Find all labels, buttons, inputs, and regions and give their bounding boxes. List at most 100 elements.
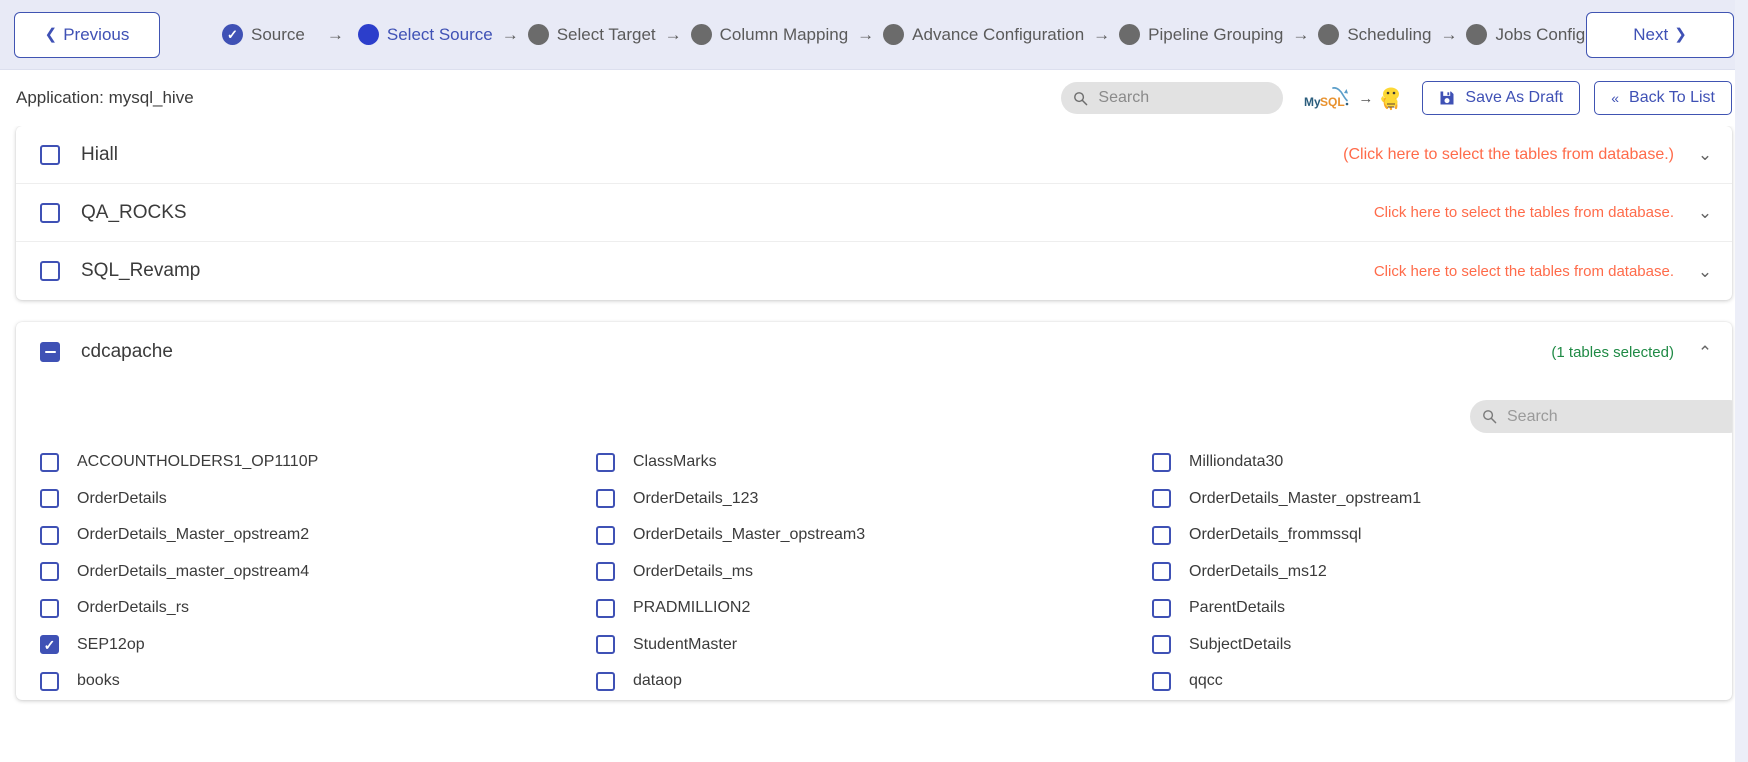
table-checkbox[interactable] xyxy=(1152,635,1171,655)
chevron-down-icon[interactable]: ⌄ xyxy=(1696,263,1714,280)
chevron-up-icon[interactable]: ⌃ xyxy=(1696,344,1714,361)
step-column-mapping[interactable]: Column Mapping xyxy=(690,24,848,45)
table-checkbox[interactable] xyxy=(40,562,59,582)
database-row-hiall[interactable]: Hiall (Click here to select the tables f… xyxy=(16,126,1732,184)
step-select-source[interactable]: Select Source xyxy=(357,24,493,45)
database-checkbox[interactable] xyxy=(40,342,60,362)
circle-icon xyxy=(1119,24,1141,45)
table-checkbox[interactable] xyxy=(596,598,615,618)
table-checkbox[interactable] xyxy=(40,598,59,618)
step-select-target[interactable]: Select Target xyxy=(527,24,656,45)
table-checkbox[interactable] xyxy=(596,671,615,691)
table-checkbox[interactable] xyxy=(40,671,59,691)
chevron-down-icon[interactable]: ⌄ xyxy=(1696,146,1714,163)
table-checkbox[interactable] xyxy=(1152,562,1171,582)
table-checkbox[interactable] xyxy=(596,489,615,509)
database-list-card: Hiall (Click here to select the tables f… xyxy=(16,126,1732,300)
apache-hive-logo xyxy=(1381,87,1400,111)
table-item[interactable]: OrderDetails xyxy=(40,481,596,518)
table-checkbox[interactable] xyxy=(40,452,59,472)
arrow-icon: → xyxy=(1440,24,1458,44)
next-button[interactable]: Next ❯ xyxy=(1586,11,1734,58)
database-checkbox[interactable] xyxy=(40,261,60,281)
select-tables-hint[interactable]: (Click here to select the tables from da… xyxy=(1343,146,1674,164)
table-name: OrderDetails xyxy=(77,489,167,507)
table-item[interactable]: StudentMaster xyxy=(596,627,1152,664)
table-checkbox[interactable] xyxy=(1152,525,1171,545)
table-item[interactable]: OrderDetails_rs xyxy=(40,590,596,627)
chevron-down-icon[interactable]: ⌄ xyxy=(1696,204,1714,221)
connector-logos: My SQL → xyxy=(1303,84,1404,112)
table-checkbox[interactable] xyxy=(596,562,615,582)
table-item[interactable]: ACCOUNTHOLDERS1_OP1110P xyxy=(40,444,596,481)
content-area: Hiall (Click here to select the tables f… xyxy=(0,126,1748,700)
table-item[interactable]: ✓ SEP12op xyxy=(40,627,596,664)
table-item[interactable]: books xyxy=(40,663,596,700)
tables-search[interactable] xyxy=(1470,400,1732,433)
back-to-list-button[interactable]: « Back To List xyxy=(1594,81,1732,115)
global-search[interactable] xyxy=(1061,82,1284,114)
table-checkbox[interactable] xyxy=(40,489,59,509)
search-input[interactable] xyxy=(1098,89,1272,107)
check-icon: ✓ xyxy=(43,636,56,653)
table-item[interactable]: PRADMILLION2 xyxy=(596,590,1152,627)
table-checkbox[interactable] xyxy=(596,635,615,655)
table-name: books xyxy=(77,672,120,690)
step-pipeline-grouping[interactable]: Pipeline Grouping xyxy=(1119,24,1283,45)
circle-icon xyxy=(883,24,905,45)
mysql-logo: My SQL xyxy=(1304,87,1349,109)
table-item[interactable]: SubjectDetails xyxy=(1152,627,1708,664)
database-checkbox[interactable] xyxy=(40,144,60,165)
table-checkbox[interactable] xyxy=(40,525,59,545)
table-checkbox[interactable] xyxy=(596,452,615,472)
tables-search-input[interactable] xyxy=(1507,407,1732,426)
table-item[interactable]: Milliondata30 xyxy=(1152,444,1708,481)
table-checkbox[interactable] xyxy=(1152,598,1171,618)
table-item[interactable]: OrderDetails_ms xyxy=(596,554,1152,591)
database-row-right: Click here to select the tables from dat… xyxy=(1374,204,1714,221)
table-checkbox[interactable] xyxy=(1152,671,1171,691)
table-name: dataop xyxy=(633,672,682,690)
arrow-icon: → xyxy=(501,24,519,44)
table-item[interactable]: OrderDetails_Master_opstream1 xyxy=(1152,481,1708,518)
table-item[interactable]: OrderDetails_123 xyxy=(596,481,1152,518)
indeterminate-dash-icon xyxy=(44,350,56,354)
database-row-sql-revamp[interactable]: SQL_Revamp Click here to select the tabl… xyxy=(16,242,1732,300)
table-item[interactable]: ClassMarks xyxy=(596,444,1152,481)
arrow-icon: → xyxy=(326,24,344,44)
step-advance-configuration[interactable]: Advance Configuration xyxy=(883,24,1084,45)
svg-text:My: My xyxy=(1304,95,1321,109)
database-name: SQL_Revamp xyxy=(81,260,201,281)
database-row-cdcapache[interactable]: cdcapache (1 tables selected) ⌃ xyxy=(16,322,1732,382)
table-item[interactable]: OrderDetails_Master_opstream3 xyxy=(596,517,1152,554)
table-item[interactable]: qqcc xyxy=(1152,663,1708,700)
database-row-qa-rocks[interactable]: QA_ROCKS Click here to select the tables… xyxy=(16,184,1732,242)
database-row-right: Click here to select the tables from dat… xyxy=(1374,263,1714,280)
table-item[interactable]: OrderDetails_ms12 xyxy=(1152,554,1708,591)
logo-arrow-icon: → xyxy=(1358,89,1374,107)
step-source[interactable]: ✓ Source xyxy=(222,24,305,45)
step-scheduling[interactable]: Scheduling xyxy=(1318,24,1431,45)
table-item[interactable]: ParentDetails xyxy=(1152,590,1708,627)
select-tables-hint[interactable]: Click here to select the tables from dat… xyxy=(1374,263,1674,280)
previous-button[interactable]: ❮ Previous xyxy=(14,11,160,58)
table-name: ParentDetails xyxy=(1189,599,1286,617)
step-jobs-configuration[interactable]: Jobs Configuration xyxy=(1466,24,1586,45)
table-item[interactable]: dataop xyxy=(596,663,1152,700)
database-checkbox[interactable] xyxy=(40,202,60,223)
table-checkbox[interactable]: ✓ xyxy=(40,635,59,655)
table-name: qqcc xyxy=(1189,672,1223,690)
step-label: Source xyxy=(251,24,305,44)
table-checkbox[interactable] xyxy=(1152,452,1171,472)
arrow-icon: → xyxy=(1093,24,1111,44)
arrow-icon: → xyxy=(857,24,875,44)
table-checkbox[interactable] xyxy=(596,525,615,545)
save-as-draft-button[interactable]: Save As Draft xyxy=(1422,81,1581,115)
table-item[interactable]: OrderDetails_Master_opstream2 xyxy=(40,517,596,554)
table-name: ACCOUNTHOLDERS1_OP1110P xyxy=(77,453,319,471)
tables-panel: ACCOUNTHOLDERS1_OP1110P ClassMarks Milli… xyxy=(16,382,1732,700)
table-item[interactable]: OrderDetails_master_opstream4 xyxy=(40,554,596,591)
table-item[interactable]: OrderDetails_frommssql xyxy=(1152,517,1708,554)
select-tables-hint[interactable]: Click here to select the tables from dat… xyxy=(1374,204,1674,221)
table-checkbox[interactable] xyxy=(1152,489,1171,509)
